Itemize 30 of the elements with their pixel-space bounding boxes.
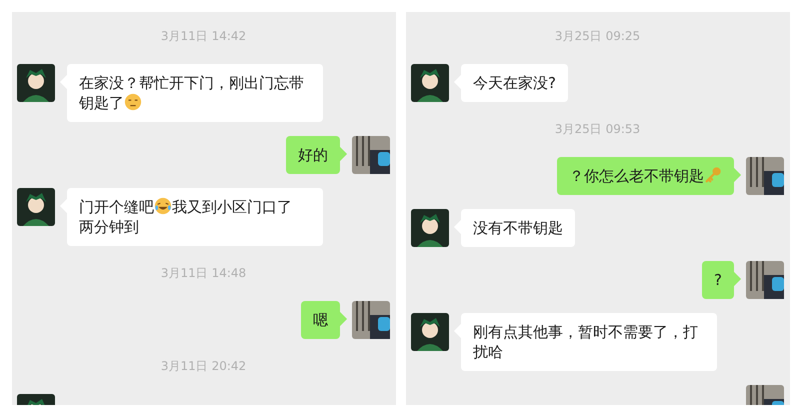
message-text: 两分钟到: [79, 217, 139, 237]
message-text: 钥匙了: [79, 93, 124, 113]
message-text: 在家没？帮忙开下门，刚出门忘带: [79, 73, 304, 93]
message-text: 嗯: [313, 310, 328, 330]
timestamp: 3月11日 14:48: [160, 265, 248, 282]
timestamp: 3月25日 09:25: [554, 28, 642, 45]
message-text: 我又到小区门口了: [172, 197, 292, 217]
unamused-face-icon: [124, 93, 142, 111]
photo-placeholder: [352, 136, 390, 174]
avatar-icon[interactable]: [411, 313, 449, 351]
photo-placeholder: [746, 157, 784, 195]
message-text: ?: [714, 270, 722, 290]
photo-placeholder: [352, 301, 390, 339]
avatar-icon[interactable]: [17, 64, 55, 102]
timestamp: 3月11日 14:42: [160, 28, 248, 45]
key-icon: [704, 166, 722, 184]
message-text: 扰哈: [473, 342, 503, 362]
message-text: 没有不带钥匙: [473, 218, 563, 238]
timestamp: 3月11日 20:42: [160, 358, 248, 375]
message-text: 门开个缝吧: [79, 197, 154, 217]
message-text: 刚有点其他事，暂时不需要了，打: [473, 322, 698, 342]
avatar-icon[interactable]: [411, 209, 449, 247]
message-text: 好的: [298, 145, 328, 165]
photo-placeholder: [746, 261, 784, 299]
message-text: 今天在家没?: [473, 73, 556, 93]
timestamp: 3月25日 09:53: [554, 121, 642, 138]
message-text: ？你怎么老不带钥匙: [569, 166, 704, 186]
laughing-face-icon: [154, 197, 172, 215]
avatar-icon[interactable]: [17, 188, 55, 226]
avatar-icon[interactable]: [411, 64, 449, 102]
